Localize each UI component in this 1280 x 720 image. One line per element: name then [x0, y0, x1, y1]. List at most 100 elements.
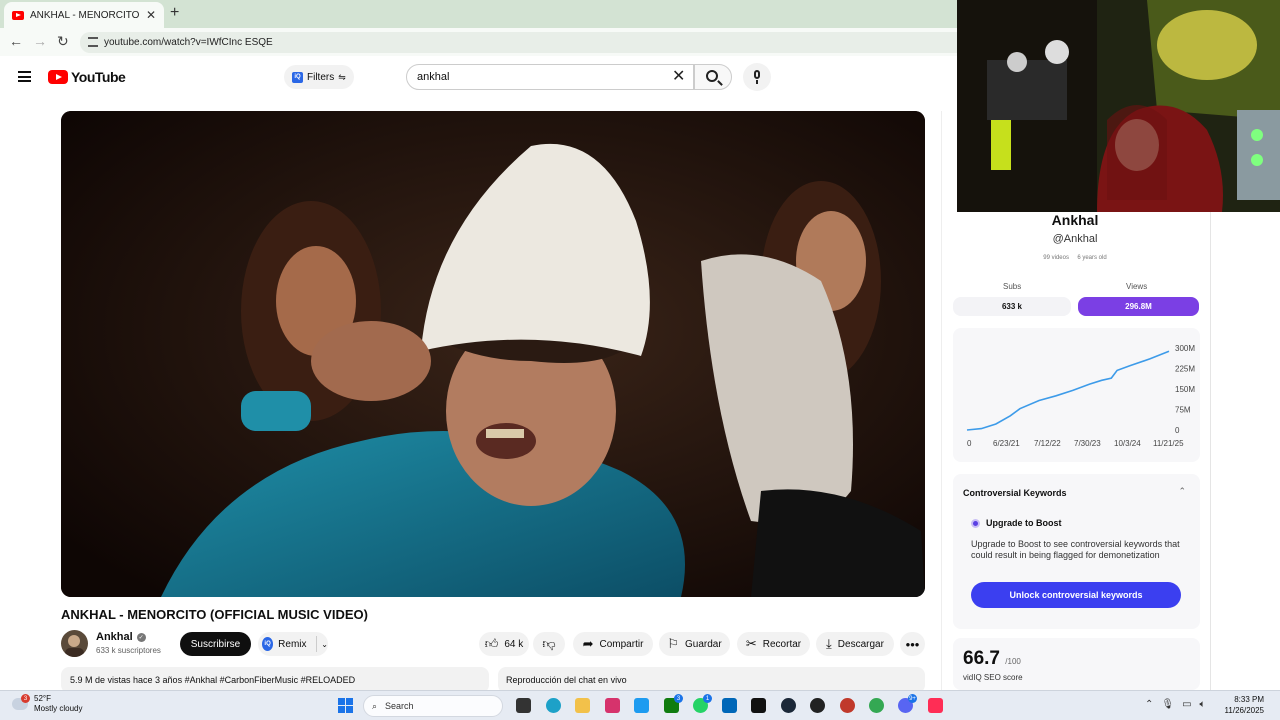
unlock-keywords-button[interactable]: Unlock controversial keywords: [971, 582, 1181, 608]
browser-toolbar: ← → ↻ youtube.com/watch?v=IWfCInc ESQE: [0, 28, 960, 56]
browser-tab-strip: ANKHAL - MENORCITO (OFFIC ✕ +: [0, 0, 960, 28]
video-count: 99 videos: [1043, 255, 1069, 261]
channel-avatar[interactable]: [61, 630, 88, 657]
y-tick-label: 225M: [1175, 365, 1195, 374]
reload-icon[interactable]: ↻: [57, 33, 69, 50]
views-and-tags: 5.9 M de vistas hace 3 años #Ankhal #Car…: [70, 675, 356, 685]
search-icon: ⌕: [372, 700, 378, 711]
views-tab[interactable]: 296.8M: [1078, 297, 1199, 316]
like-button[interactable]: 👍︎ 64 k: [479, 632, 529, 656]
views-label: Views: [1126, 282, 1148, 291]
forward-icon[interactable]: →: [33, 33, 47, 49]
y-tick-label: 150M: [1175, 385, 1195, 394]
clock[interactable]: 8:33 PM 11/26/2025: [1222, 694, 1264, 716]
seo-score-card: 66.7 /100 vidIQ SEO score: [953, 638, 1200, 690]
channel-name-row[interactable]: Ankhal ✓: [96, 631, 146, 643]
whatsapp-icon[interactable]: 1: [693, 694, 712, 713]
seo-score-max: /100: [1005, 657, 1021, 666]
start-button[interactable]: [338, 698, 353, 713]
search-button[interactable]: [694, 64, 732, 90]
search-icon: [706, 70, 718, 82]
whatsapp-badge: 1: [703, 694, 712, 703]
site-info-icon[interactable]: [88, 37, 98, 47]
tiktok-icon[interactable]: [751, 698, 766, 713]
video-title: ANKHAL - MENORCITO (OFFICIAL MUSIC VIDEO…: [61, 607, 368, 622]
vidiq-icon: iQ: [292, 71, 303, 83]
vidiq-filters-button[interactable]: iQ Filters ⇋: [284, 65, 354, 89]
close-tab-icon[interactable]: ✕: [146, 8, 156, 22]
keywords-title: Controversial Keywords: [963, 488, 1067, 498]
store-icon[interactable]: [722, 698, 737, 713]
clear-search-icon[interactable]: ✕: [672, 66, 685, 86]
xbox-icon[interactable]: 3: [664, 694, 683, 713]
search-input[interactable]: ankhal: [406, 64, 694, 90]
y-tick-label: 300M: [1175, 344, 1195, 353]
voice-search-button[interactable]: [743, 63, 771, 91]
boost-icon: [971, 518, 980, 528]
remix-label: Remix: [278, 638, 307, 650]
system-tray: ⌃ 🎙︎ ▭ 🔈︎: [1145, 699, 1206, 710]
task-view-icon[interactable]: [516, 698, 531, 713]
more-icon: •••: [905, 636, 920, 652]
subscribe-button[interactable]: Suscribirse: [180, 632, 251, 656]
instagram-icon[interactable]: [605, 698, 620, 713]
verified-icon: ✓: [136, 632, 146, 642]
controversial-keywords-card: Controversial Keywords ⌃ Upgrade to Boos…: [953, 474, 1200, 629]
video-player[interactable]: [61, 111, 925, 597]
twitter-icon[interactable]: [634, 698, 649, 713]
tiktok-studio-icon[interactable]: [928, 698, 943, 713]
app-icon[interactable]: [840, 698, 855, 713]
browser-tab[interactable]: ANKHAL - MENORCITO (OFFIC ✕: [4, 2, 164, 28]
chat-replay-label: Reproducción del chat en vivo: [506, 675, 627, 685]
microphone-icon[interactable]: 🎙︎: [1161, 699, 1174, 710]
x-tick-label: 10/3/24: [1114, 439, 1141, 448]
edge-icon[interactable]: [546, 698, 561, 713]
clip-label: Recortar: [762, 638, 802, 650]
back-icon[interactable]: ←: [9, 33, 23, 49]
taskbar-search-label: Search: [385, 701, 414, 711]
chevron-up-icon[interactable]: ⌃: [1145, 699, 1153, 710]
menu-icon[interactable]: [18, 71, 31, 82]
time: 8:33 PM: [1234, 695, 1264, 704]
discord-icon[interactable]: 9+: [898, 694, 917, 713]
share-label: Compartir: [599, 638, 644, 650]
address-bar[interactable]: youtube.com/watch?v=IWfCInc ESQE: [80, 32, 960, 53]
thumbs-up-icon: 👍︎: [484, 636, 499, 651]
taskbar-search[interactable]: ⌕ Search: [363, 695, 503, 717]
weather-widget[interactable]: 3 52°F Mostly cloudy: [12, 694, 82, 714]
youtube-play-icon: [48, 70, 68, 84]
channel-age: 6 years old: [1077, 255, 1107, 261]
share-button[interactable]: ➦ Compartir: [573, 632, 653, 656]
y-tick-label: 75M: [1175, 406, 1191, 415]
upgrade-description: Upgrade to Boost to see controversial ke…: [971, 539, 1180, 560]
obs-icon[interactable]: [810, 698, 825, 713]
more-actions-button[interactable]: •••: [900, 632, 925, 656]
clip-button[interactable]: ✂ Recortar: [737, 632, 810, 656]
save-button[interactable]: ⚐ Guardar: [659, 632, 730, 656]
youtube-logo[interactable]: YouTube: [48, 69, 126, 85]
thumbs-down-icon: 👎︎: [542, 636, 556, 651]
remix-button[interactable]: iQ Remix ⌄: [258, 632, 328, 656]
filters-label: Filters: [307, 71, 335, 83]
discord-badge: 9+: [908, 694, 917, 703]
vidiq-icon: iQ: [262, 637, 274, 651]
subs-tab[interactable]: 633 k: [953, 297, 1071, 316]
search-value: ankhal: [417, 71, 450, 83]
network-icon[interactable]: ▭: [1182, 699, 1191, 710]
subs-label: Subs: [1003, 282, 1022, 291]
upgrade-title: Upgrade to Boost: [986, 518, 1062, 528]
download-button[interactable]: ⤓ Descargar: [816, 632, 894, 656]
new-tab-icon[interactable]: +: [170, 4, 179, 22]
x-tick-label: 7/12/22: [1034, 439, 1061, 448]
chevron-up-icon[interactable]: ⌃: [1178, 486, 1186, 497]
dislike-button[interactable]: 👎︎: [533, 632, 565, 656]
x-tick-label: 0: [967, 439, 972, 448]
chrome-icon[interactable]: [869, 698, 884, 713]
chevron-down-icon[interactable]: ⌄: [321, 640, 328, 649]
steam-icon[interactable]: [781, 698, 796, 713]
video-frame: [61, 111, 925, 597]
xbox-badge: 3: [674, 694, 683, 703]
volume-icon[interactable]: 🔈︎: [1200, 699, 1206, 710]
weather-desc: Mostly cloudy: [34, 704, 83, 713]
file-explorer-icon[interactable]: [575, 698, 590, 713]
